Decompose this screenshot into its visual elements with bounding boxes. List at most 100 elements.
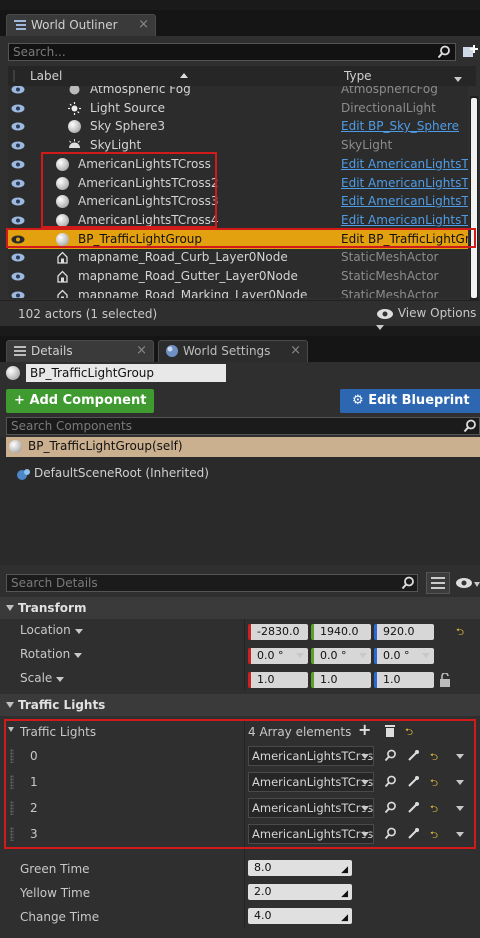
- traffic-lights-section-header[interactable]: Traffic Lights: [0, 694, 480, 716]
- reset-arrow-icon[interactable]: ⮌: [405, 725, 413, 742]
- edit-blueprint-link[interactable]: Edit AmericanLightsTCross: [341, 174, 468, 193]
- scale-label[interactable]: Scale: [20, 671, 65, 685]
- eye-icon[interactable]: [455, 577, 473, 589]
- reset-arrow-icon[interactable]: ⮌: [456, 625, 464, 642]
- type-column-header[interactable]: Type: [344, 69, 372, 83]
- lock-icon[interactable]: [439, 673, 451, 687]
- chevron-down-icon[interactable]: [474, 582, 480, 587]
- eyedropper-icon[interactable]: [407, 827, 420, 843]
- edit-blueprint-link[interactable]: Edit AmericanLightsTCross: [341, 211, 468, 230]
- component-self-row[interactable]: BP_TrafficLightGroup(self): [6, 437, 480, 457]
- outliner-row[interactable]: mapname_Road_Gutter_Layer0Node StaticMesh…: [8, 267, 468, 286]
- visibility-eye-icon[interactable]: [11, 253, 25, 262]
- visibility-eye-icon[interactable]: [11, 86, 25, 94]
- actor-picker-combo[interactable]: AmericanLightsTCross: [248, 772, 374, 792]
- reset-arrow-icon[interactable]: ⮌: [430, 828, 438, 845]
- location-y-field[interactable]: 1940.0: [311, 624, 371, 640]
- close-icon[interactable]: ×: [138, 15, 149, 35]
- close-icon[interactable]: ×: [290, 341, 301, 361]
- edit-blueprint-link[interactable]: Edit BP_Sky_Sphere: [341, 117, 468, 136]
- transform-section-header[interactable]: Transform: [0, 597, 480, 619]
- add-element-icon[interactable]: +: [358, 720, 371, 739]
- outliner-scrollbar[interactable]: [470, 96, 478, 300]
- rotation-z-field[interactable]: 0.0 °: [374, 648, 434, 664]
- browse-icon[interactable]: [384, 827, 397, 843]
- visibility-eye-icon[interactable]: [11, 291, 25, 298]
- change-time-field[interactable]: 4.0 ◢: [248, 908, 352, 924]
- browse-icon[interactable]: [384, 749, 397, 765]
- visibility-eye-icon[interactable]: [11, 141, 25, 150]
- scale-y-field[interactable]: 1.0: [311, 672, 371, 688]
- scrollbar-thumb[interactable]: [471, 98, 477, 298]
- expand-arrow-icon[interactable]: [8, 727, 14, 732]
- reset-arrow-icon[interactable]: ⮌: [430, 802, 438, 819]
- trash-icon[interactable]: [384, 724, 396, 737]
- drag-handle-icon[interactable]: [10, 775, 14, 789]
- view-options-button[interactable]: View Options: [376, 306, 480, 334]
- visibility-eye-icon[interactable]: [11, 235, 25, 244]
- visibility-eye-icon[interactable]: [11, 179, 25, 188]
- actor-name-field[interactable]: BP_TrafficLightGroup: [26, 364, 226, 382]
- edit-blueprint-link[interactable]: Edit AmericanLightsTCross: [341, 155, 468, 174]
- rotation-y-field[interactable]: 0.0 °: [311, 648, 371, 664]
- location-z-field[interactable]: 920.0: [374, 624, 434, 640]
- actor-picker-combo[interactable]: AmericanLightsTCross: [248, 798, 374, 818]
- label-column-header[interactable]: Label: [30, 69, 62, 83]
- scale-x-field[interactable]: 1.0: [248, 672, 308, 688]
- visibility-eye-icon[interactable]: [11, 272, 25, 281]
- visibility-eye-icon[interactable]: [11, 216, 25, 225]
- component-root-row[interactable]: DefaultSceneRoot (Inherited): [16, 465, 316, 483]
- outliner-row[interactable]: AmericanLightsTCross Edit AmericanLightsT…: [8, 155, 468, 174]
- outliner-row[interactable]: AmericanLightsTCross3 Edit AmericanLights…: [8, 192, 468, 211]
- visibility-eye-icon[interactable]: [11, 104, 25, 113]
- chevron-down-icon[interactable]: [456, 754, 464, 759]
- yellow-time-field[interactable]: 2.0 ◢: [248, 884, 352, 900]
- outliner-row[interactable]: Atmospheric Fog AtmosphericFog: [8, 86, 468, 99]
- chevron-down-icon[interactable]: [454, 77, 462, 82]
- green-time-field[interactable]: 8.0 ◢: [248, 860, 352, 876]
- browse-icon[interactable]: [384, 775, 397, 791]
- rotation-x-field[interactable]: 0.0 °: [248, 648, 308, 664]
- location-x-field[interactable]: -2830.0: [248, 624, 308, 640]
- reset-arrow-icon[interactable]: ⮌: [430, 776, 438, 793]
- chevron-down-icon[interactable]: [456, 832, 464, 837]
- outliner-row[interactable]: AmericanLightsTCross4 Edit AmericanLights…: [8, 211, 468, 230]
- search-components-input[interactable]: Search Components: [6, 417, 480, 435]
- search-details-input[interactable]: Search Details: [6, 574, 418, 592]
- tab-details[interactable]: Details ×: [6, 340, 154, 362]
- chevron-down-icon[interactable]: [456, 806, 464, 811]
- tab-world-settings[interactable]: World Settings ×: [158, 340, 308, 362]
- outliner-row[interactable]: Sky Sphere3 Edit BP_Sky_Sphere: [8, 117, 468, 136]
- eyedropper-icon[interactable]: [407, 749, 420, 765]
- outliner-row[interactable]: SkyLight SkyLight: [8, 136, 468, 155]
- browse-icon[interactable]: [384, 801, 397, 817]
- chevron-down-icon[interactable]: [456, 780, 464, 785]
- close-icon[interactable]: ×: [136, 341, 147, 361]
- actor-picker-combo[interactable]: AmericanLightsTCross: [248, 746, 374, 766]
- scale-z-field[interactable]: 1.0: [374, 672, 434, 688]
- outliner-row[interactable]: BP_TrafficLightGroup Edit BP_TrafficLight…: [8, 229, 468, 249]
- outliner-row[interactable]: Light Source DirectionalLight: [8, 99, 468, 118]
- edit-blueprint-link[interactable]: Edit AmericanLightsTCross: [341, 192, 468, 211]
- eyedropper-icon[interactable]: [407, 775, 420, 791]
- outliner-row[interactable]: mapname_Road_Marking_Layer0Node StaticMes…: [8, 286, 468, 298]
- visibility-eye-icon[interactable]: [11, 197, 25, 206]
- visibility-eye-icon[interactable]: [11, 122, 25, 131]
- rotation-label[interactable]: Rotation: [20, 647, 83, 661]
- location-label[interactable]: Location: [20, 623, 83, 637]
- drag-handle-icon[interactable]: [10, 801, 14, 815]
- outliner-row[interactable]: AmericanLightsTCross2 Edit AmericanLights…: [8, 174, 468, 193]
- tab-world-outliner[interactable]: World Outliner ×: [6, 14, 156, 36]
- edit-blueprint-button[interactable]: ⚙ Edit Blueprint: [340, 389, 480, 427]
- drag-handle-icon[interactable]: [10, 749, 14, 763]
- outliner-row[interactable]: mapname_Road_Curb_Layer0Node StaticMeshAc…: [8, 248, 468, 267]
- outliner-search-input[interactable]: Search...: [8, 43, 456, 61]
- eyedropper-icon[interactable]: [407, 801, 420, 817]
- reset-arrow-icon[interactable]: ⮌: [430, 750, 438, 767]
- visibility-eye-icon[interactable]: [11, 160, 25, 169]
- add-actor-icon[interactable]: [462, 44, 478, 60]
- drag-handle-icon[interactable]: [10, 827, 14, 841]
- actor-picker-combo[interactable]: AmericanLightsTCross: [248, 824, 374, 844]
- add-component-button[interactable]: + Add Component: [6, 389, 154, 427]
- property-matrix-button[interactable]: [426, 572, 450, 594]
